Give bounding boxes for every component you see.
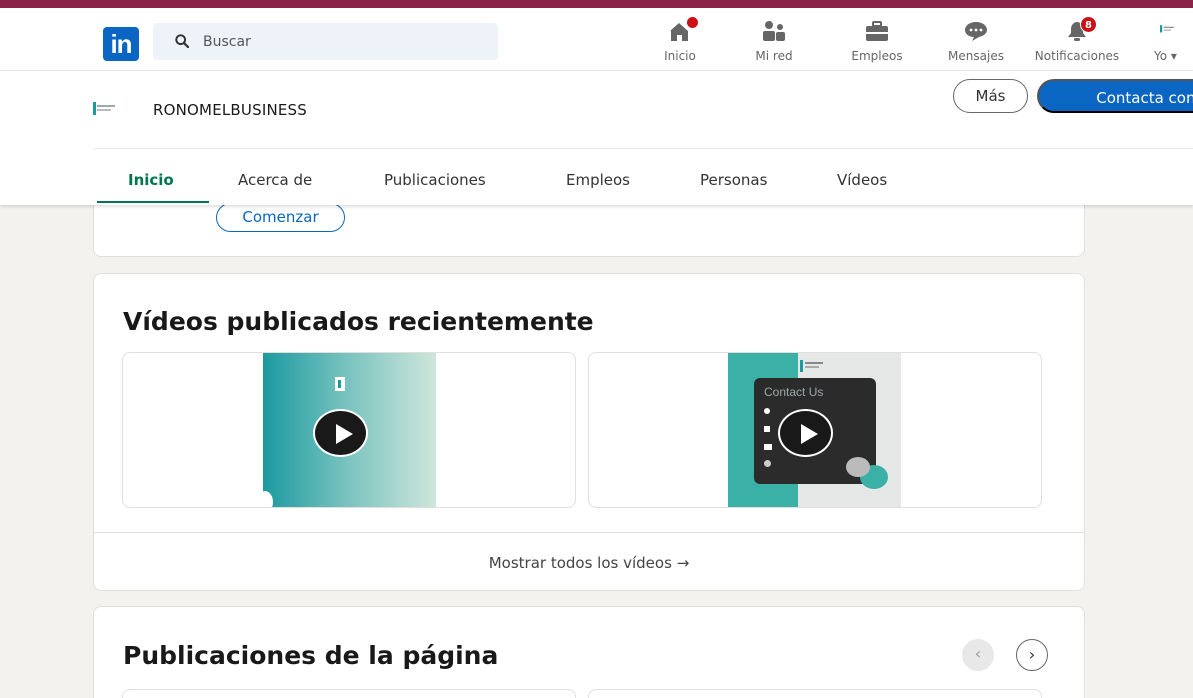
arrow-right-icon: → bbox=[676, 554, 690, 572]
video-1-logo-icon bbox=[335, 377, 345, 391]
previous-arrow-icon[interactable]: ‹ bbox=[962, 639, 994, 671]
top-stripe bbox=[0, 0, 1193, 8]
nav-my-network[interactable]: Mi red bbox=[742, 8, 806, 71]
nav-jobs[interactable]: Empleos bbox=[840, 8, 914, 71]
nav-notifications-label: Notificaciones bbox=[1034, 49, 1120, 63]
page-posts-title: Publicaciones de la página bbox=[123, 641, 499, 670]
nav-messaging-label: Mensajes bbox=[948, 49, 1004, 63]
page-posts-card: Publicaciones de la página ‹ › bbox=[93, 606, 1085, 698]
profile-avatar bbox=[1158, 23, 1178, 35]
tab-posts[interactable]: Publicaciones bbox=[384, 171, 486, 189]
more-button[interactable]: Más bbox=[953, 79, 1028, 113]
mail-icon bbox=[764, 444, 772, 450]
tab-home[interactable]: Inicio bbox=[128, 171, 174, 189]
video-1-image bbox=[257, 353, 436, 507]
tab-about[interactable]: Acerca de bbox=[238, 171, 312, 189]
contact-button[interactable]: Contacta con n bbox=[1037, 79, 1193, 113]
caret-down-icon: ▾ bbox=[1170, 49, 1177, 63]
play-icon[interactable] bbox=[313, 409, 368, 457]
nav-messaging[interactable]: Mensajes bbox=[938, 8, 1014, 71]
chat-bubble-grey-icon bbox=[846, 457, 870, 477]
nav-me[interactable]: Yo ▾ bbox=[1148, 8, 1188, 71]
active-tab-indicator bbox=[97, 201, 209, 203]
show-all-videos-link[interactable]: Mostrar todos los vídeos → bbox=[94, 554, 1084, 572]
nav-jobs-label: Empleos bbox=[851, 49, 903, 63]
network-icon bbox=[763, 21, 785, 41]
linkedin-logo[interactable]: in bbox=[103, 27, 139, 61]
phone-icon bbox=[764, 426, 770, 432]
recent-videos-title: Vídeos publicados recientemente bbox=[123, 307, 594, 336]
company-logo[interactable] bbox=[93, 100, 123, 117]
video-2-logo-icon bbox=[800, 360, 823, 372]
play-icon[interactable] bbox=[778, 409, 833, 457]
nav-home[interactable]: Inicio bbox=[648, 8, 712, 71]
nav-my-network-label: Mi red bbox=[755, 49, 793, 63]
next-arrow-icon[interactable]: › bbox=[1016, 639, 1048, 671]
messaging-icon bbox=[965, 22, 987, 41]
card-divider bbox=[94, 532, 1084, 533]
post-preview-1[interactable] bbox=[122, 689, 576, 698]
tab-videos[interactable]: Vídeos bbox=[837, 171, 887, 189]
briefcase-icon bbox=[866, 21, 888, 41]
video-2-overlay-text: Contact Us bbox=[764, 385, 824, 399]
nav-me-label: Yo ▾ bbox=[1154, 49, 1177, 63]
post-preview-2[interactable] bbox=[588, 689, 1042, 698]
company-name[interactable]: RONOMELBUSINESS bbox=[153, 101, 307, 119]
tab-jobs[interactable]: Empleos bbox=[566, 171, 630, 189]
global-nav: in Inicio Mi red Empleos bbox=[0, 8, 1193, 71]
start-button[interactable]: Comenzar bbox=[216, 203, 345, 232]
video-1-corner-shape bbox=[257, 491, 273, 507]
nav-notifications[interactable]: 8 Notificaciones bbox=[1024, 8, 1130, 71]
video-thumbnail-1[interactable] bbox=[122, 352, 576, 508]
search-box[interactable] bbox=[153, 23, 498, 60]
video-2-image: Contact Us bbox=[728, 353, 901, 507]
search-input[interactable] bbox=[203, 23, 483, 60]
nav-home-label: Inicio bbox=[664, 49, 696, 63]
search-icon bbox=[175, 34, 189, 48]
location-icon bbox=[764, 408, 770, 414]
company-page-header: RONOMELBUSINESS Más Contacta con n Inici… bbox=[0, 71, 1193, 205]
video-thumbnail-2[interactable]: Contact Us bbox=[588, 352, 1042, 508]
recent-videos-card: Vídeos publicados recientemente Contact … bbox=[93, 273, 1085, 591]
home-activity-dot bbox=[686, 16, 699, 29]
notifications-badge: 8 bbox=[1080, 16, 1097, 33]
web-icon bbox=[764, 460, 771, 467]
tab-people[interactable]: Personas bbox=[700, 171, 767, 189]
tabs-divider bbox=[93, 148, 1193, 149]
